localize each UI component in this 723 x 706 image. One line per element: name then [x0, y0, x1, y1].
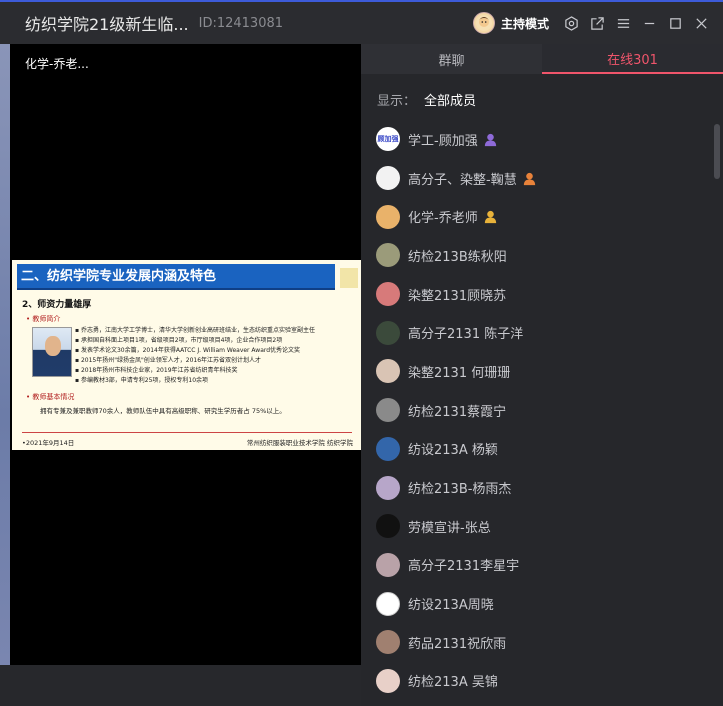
filter-label: 显示： — [377, 94, 417, 109]
tab-group-chat[interactable]: 群聊 — [361, 44, 542, 74]
slide-banner: 二、纺织学院专业发展内涵及特色 — [17, 264, 335, 290]
slide-divider — [22, 432, 352, 433]
member-avatar — [376, 204, 400, 229]
member-item[interactable]: 高分子2131李星宇 — [376, 546, 706, 585]
bottom-toolbar — [0, 665, 361, 706]
member-item[interactable]: 纺检2131蔡霞宁 — [376, 391, 706, 430]
host-mode-label[interactable]: 主持模式 — [501, 15, 549, 32]
member-name: 染整2131顾晓苏 — [408, 288, 507, 304]
speaker-name: 化学-乔老... — [25, 57, 89, 71]
slide-bullet: ▪ 2018年扬州市科技企业家，2019年江苏省纺织青年科技奖 — [75, 367, 238, 374]
slide-section-intro: • 教师简介 — [26, 315, 61, 323]
member-item[interactable]: 顾加强 学工-顾加强 — [376, 120, 706, 159]
popout-icon[interactable] — [585, 11, 609, 35]
slide-bullets: ▪ 乔志勇，江南大学工学博士，清华大学创新创业高研班结业，生态纺织重点实验室副主… — [75, 326, 357, 386]
close-icon[interactable] — [689, 11, 713, 35]
member-item[interactable]: 纺设213A周晓 — [376, 584, 706, 623]
menu-icon[interactable] — [611, 11, 635, 35]
member-item[interactable]: 纺检213B-杨雨杰 — [376, 468, 706, 507]
title-bar-controls: 主持模式 — [472, 2, 713, 44]
slide-footer-school: 常州纺织服装职业技术学院 纺织学院 — [246, 439, 353, 447]
slide-footer-date: •2021年9月14日 — [22, 439, 75, 447]
member-name: 纺设213A周晓 — [408, 598, 494, 614]
title-bar: 纺织学院21级新生临... ID:12413081 主持模式 — [0, 0, 723, 44]
member-list: 顾加强 学工-顾加强高分子、染整-鞠慧 化学-乔老师纺检213B练秋阳 染整2131顾… — [376, 120, 706, 700]
member-item[interactable]: 纺检213A 吴锦 — [376, 662, 706, 701]
member-avatar — [376, 630, 400, 655]
member-item[interactable]: 药品2131祝欣雨 — [376, 623, 706, 662]
tab-online[interactable]: 在线301 — [542, 44, 723, 74]
member-avatar — [376, 320, 400, 345]
slide-bullet: ▪ 参编教材3部，申请专利25项，授权专利10余项 — [75, 377, 209, 384]
member-name: 化学-乔老师 — [408, 211, 478, 227]
slide-bullet: ▪ 2015年扬州"绿扬金凤"创业领军人才，2016年江苏省双创计划人才 — [75, 357, 262, 364]
panel-tabs: 群聊 在线301 — [361, 44, 723, 74]
member-avatar — [376, 514, 400, 539]
member-panel: 群聊 在线301 显示： 全部成员 顾加强 学工-顾加强高分子、染整-鞠慧 化学-乔… — [361, 44, 723, 706]
slide-bullet: ▪ 承担国自科面上项目1项，省级项目2项，市厅级项目4项，企业合作项目2项 — [75, 337, 283, 344]
member-name: 纺检213B练秋阳 — [408, 249, 507, 265]
member-item[interactable]: 纺检213B练秋阳 — [376, 236, 706, 275]
member-item[interactable]: 染整2131顾晓苏 — [376, 275, 706, 314]
role-badge-icon — [522, 171, 537, 186]
member-avatar — [376, 243, 400, 268]
member-avatar — [376, 436, 400, 461]
member-avatar — [376, 398, 400, 423]
member-avatar — [376, 591, 400, 616]
member-item[interactable]: 染整2131 何珊珊 — [376, 352, 706, 391]
member-name: 学工-顾加强 — [408, 133, 478, 149]
filter-value[interactable]: 全部成员 — [424, 90, 476, 109]
member-list-scrollbar[interactable] — [714, 124, 720, 179]
slide-staff-text: 拥有专兼及兼职教师70余人，教师队伍中具有高级职称、研究生学历者占 75%以上。 — [40, 407, 286, 415]
member-name: 纺检2131蔡霞宁 — [408, 404, 507, 420]
member-avatar — [376, 475, 400, 500]
video-area[interactable]: 化学-乔老... 二、纺织学院专业发展内涵及特色 2、师资力量雄厚 • 教师简介… — [10, 44, 361, 665]
slide-subtitle: 2、师资力量雄厚 — [22, 300, 92, 310]
member-name: 高分子2131 陈子洋 — [408, 327, 524, 343]
settings-icon[interactable] — [559, 11, 583, 35]
member-avatar — [376, 166, 400, 191]
member-name: 劳模宣讲-张总 — [408, 520, 491, 536]
room-id: ID:12413081 — [198, 15, 284, 31]
role-badge-icon — [483, 209, 498, 224]
role-badge-icon — [483, 132, 498, 147]
member-avatar — [376, 282, 400, 307]
slide-decoration — [340, 268, 358, 288]
member-avatar: 顾加强 — [376, 127, 400, 152]
slide-section-staff: • 教师基本情况 — [26, 393, 75, 401]
slide-bullet: ▪ 发表学术论文30余篇，2014年获得AATCC J. William Wea… — [75, 347, 301, 354]
member-item[interactable]: 劳模宣讲-张总 — [376, 507, 706, 546]
shared-slide: 二、纺织学院专业发展内涵及特色 2、师资力量雄厚 • 教师简介 ▪ 乔志勇，江南… — [12, 260, 361, 450]
teacher-photo — [32, 327, 72, 377]
member-filter[interactable]: 显示： 全部成员 — [377, 90, 476, 109]
member-name: 纺检213B-杨雨杰 — [408, 482, 512, 498]
host-avatar[interactable] — [472, 12, 495, 34]
member-item[interactable]: 化学-乔老师 — [376, 197, 706, 236]
member-avatar — [376, 668, 400, 693]
slide-bullet: ▪ 乔志勇，江南大学工学博士，清华大学创新创业高研班结业，生态纺织重点实验室副主… — [75, 327, 315, 334]
member-avatar — [376, 552, 400, 577]
window-title: 纺织学院21级新生临... — [25, 15, 189, 34]
member-item[interactable]: 高分子、染整-鞠慧 — [376, 159, 706, 198]
minimize-icon[interactable] — [637, 11, 661, 35]
member-avatar — [376, 359, 400, 384]
member-name: 纺检213A 吴锦 — [408, 675, 498, 691]
member-name: 药品2131祝欣雨 — [408, 636, 507, 652]
side-background-strip — [0, 44, 10, 665]
member-item[interactable]: 高分子2131 陈子洋 — [376, 313, 706, 352]
app-window: 纺织学院21级新生临... ID:12413081 主持模式 化学-乔老... … — [0, 0, 723, 706]
member-name: 染整2131 何珊珊 — [408, 365, 511, 381]
member-name: 高分子、染整-鞠慧 — [408, 172, 517, 188]
member-item[interactable]: 纺设213A 杨颖 — [376, 430, 706, 469]
maximize-icon[interactable] — [663, 11, 687, 35]
member-name: 高分子2131李星宇 — [408, 559, 520, 575]
member-name: 纺设213A 杨颖 — [408, 443, 498, 459]
